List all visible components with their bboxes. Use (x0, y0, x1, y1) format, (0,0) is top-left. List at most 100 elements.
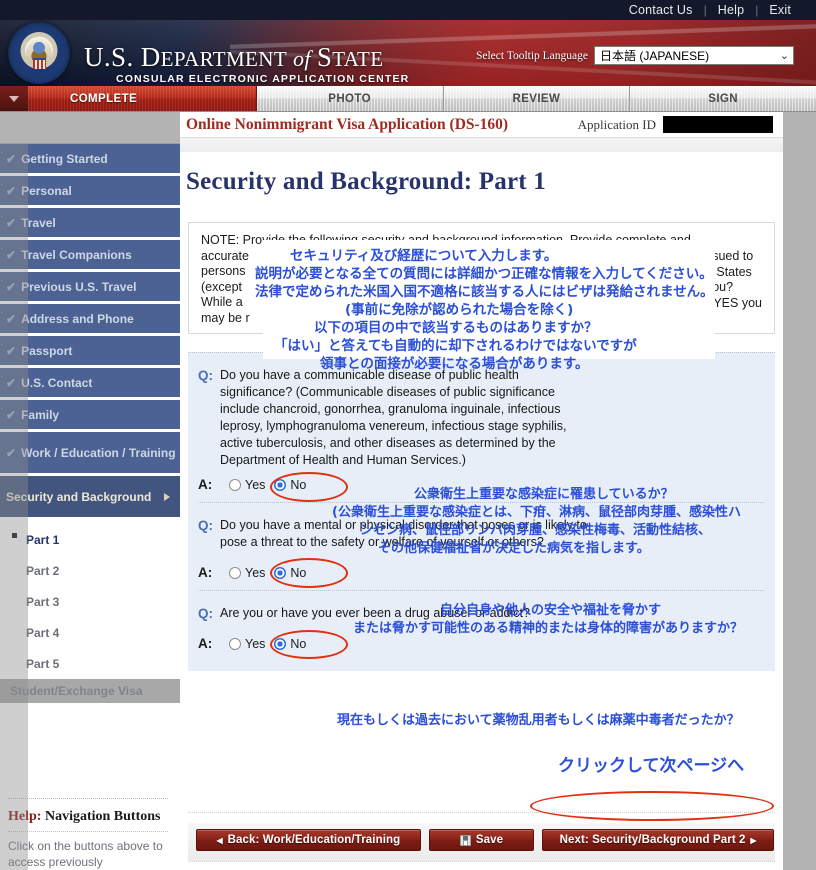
chevron-right-icon (164, 492, 170, 501)
radio-q1-no[interactable]: No (274, 478, 306, 492)
question-marker: Q: (198, 368, 213, 383)
sidebar-subitem-part-4[interactable]: Part 4 (0, 617, 180, 648)
breadcrumb: Online Nonimmigrant Visa Application (DS… (180, 112, 783, 138)
answer-marker: A: (198, 477, 213, 492)
radio-q1-yes[interactable]: Yes (229, 478, 265, 492)
check-icon: ✔ (6, 183, 17, 198)
contact-us-link[interactable]: Contact Us (618, 3, 704, 17)
q1-annotation-line-4: その他保健福祉省が決定した病気を指します。 (378, 541, 650, 556)
note-annotation-line-5: 以下の項目の中で該当するものはありますか？ (314, 320, 598, 336)
radio-label: No (290, 565, 307, 580)
question-marker: Q: (198, 606, 213, 621)
note-annotation-line-1: セキュリティ及び経歴について入力します。 (290, 248, 558, 264)
sidebar-item-family[interactable]: ✔ Family (0, 400, 180, 430)
radio-dot-selected-icon (274, 637, 287, 650)
exit-link[interactable]: Exit (758, 3, 802, 17)
answer-row: A: Yes No (198, 558, 765, 588)
sidebar-subitem-label: Part 2 (26, 563, 60, 578)
sidebar-subitem-label: Part 1 (26, 532, 60, 547)
chevron-down-icon: ⌄ (779, 50, 789, 62)
radio-group-q3: Yes No (229, 637, 306, 651)
note-annotation-line-7: 領事との面接が必要になる場合があります。 (320, 356, 589, 372)
page-application-title: Online Nonimmigrant Visa Application (DS… (186, 115, 509, 133)
check-icon: ✔ (6, 445, 17, 460)
question-marker: Q: (198, 518, 213, 533)
radio-dot-icon (229, 637, 241, 650)
navigation-buttons-section: ◂ Back: Work/Education/Training Save Nex… (188, 812, 775, 862)
question-block-communicable-disease: Q: Do you have a communicable disease of… (198, 367, 765, 503)
question-row: Q: Do you have a communicable disease of… (198, 367, 765, 469)
sidebar-item-work-education-training[interactable]: ✔ Work / Education / Training (0, 432, 180, 474)
help-panel-text: Click on the buttons above to access pre… (8, 839, 163, 869)
tooltip-language-control[interactable]: Select Tooltip Language 日本語 (JAPANESE) ⌄ (476, 46, 794, 65)
help-panel-title: Help: Navigation Buttons (8, 809, 168, 832)
help-panel: Help: Navigation Buttons Click on the bu… (8, 798, 168, 870)
sidebar-subitem-part-3[interactable]: Part 3 (0, 586, 180, 617)
title-us: U.S. (84, 42, 141, 72)
radio-dot-icon (229, 566, 241, 579)
sidebar-subitem-label: Student/Exchange Visa (10, 684, 143, 698)
radio-label: No (290, 477, 307, 492)
tab-complete[interactable]: COMPLETE (28, 86, 257, 111)
site-banner: U.S. DEPARTMENT of STATE CONSULAR ELECTR… (0, 20, 816, 86)
save-button[interactable]: Save (429, 829, 534, 851)
sidebar-item-getting-started[interactable]: ✔ Getting Started (0, 144, 180, 174)
tab-photo[interactable]: PHOTO (256, 86, 444, 111)
application-id-group: Application ID (578, 116, 773, 133)
q3-annotation-line-1: 現在もしくは過去において薬物乱用者もしくは麻薬中毒者だったか？ (337, 713, 740, 728)
back-button[interactable]: ◂ Back: Work/Education/Training (196, 829, 421, 851)
tab-review[interactable]: REVIEW (443, 86, 631, 111)
radio-q2-no[interactable]: No (274, 566, 306, 580)
radio-dot-selected-icon (274, 566, 287, 579)
q1-annotation-line-2: (公衆衛生上重要な感染症とは、下疳、淋病、鼠径部肉芽腫、感染性ハ (332, 505, 741, 520)
navigation-buttons: ◂ Back: Work/Education/Training Save Nex… (188, 823, 775, 862)
check-icon: ✔ (6, 247, 17, 262)
sidebar-item-travel[interactable]: ✔ Travel (0, 208, 180, 238)
radio-dot-selected-icon (274, 478, 287, 491)
q1-annotation-line-1: 公衆衛生上重要な感染症に罹患しているか？ (414, 487, 674, 502)
sidebar-subitem-student-exchange-visa[interactable]: Student/Exchange Visa (0, 679, 180, 703)
radio-q2-yes[interactable]: Yes (229, 566, 265, 580)
title-dept-rest: EPARTMENT (160, 47, 288, 71)
check-icon: ✔ (6, 311, 17, 326)
check-icon: ✔ (6, 343, 17, 358)
sidebar-subitem-label: Part 5 (26, 656, 60, 671)
sidebar-item-label: U.S. Contact (21, 375, 93, 390)
sidebar-subitem-part-2[interactable]: Part 2 (0, 555, 180, 586)
tab-sign[interactable]: SIGN (630, 86, 816, 111)
next-button[interactable]: Next: Security/Background Part 2 ▸ (542, 829, 774, 851)
next-button-label: Next: Security/Background Part 2 (559, 834, 746, 846)
sidebar-item-travel-companions[interactable]: ✔ Travel Companions (0, 240, 180, 270)
floppy-disk-icon (459, 834, 471, 846)
sidebar-subitem-part-5[interactable]: Part 5 (0, 648, 180, 679)
radio-q3-no[interactable]: No (274, 637, 306, 651)
sidebar-item-label: Family (21, 407, 60, 422)
note-annotation-line-3: 法律で定められた米国入国不適格に該当する人にはビザは発給されません。 (255, 284, 714, 300)
sidebar-item-security-and-background[interactable]: Security and Background (0, 476, 180, 518)
answer-marker: A: (198, 565, 213, 580)
sidebar-subnav: Part 1 Part 2 Part 3 Part 4 Part 5 Stude… (0, 520, 180, 703)
tabs-dropdown-toggle[interactable] (0, 86, 28, 111)
help-link[interactable]: Help (707, 3, 756, 17)
page-scrollbar[interactable] (783, 112, 816, 870)
tooltip-language-select[interactable]: 日本語 (JAPANESE) ⌄ (594, 46, 794, 65)
tooltip-language-label: Select Tooltip Language (475, 49, 588, 62)
q1-annotation-line-3: ンセン病、鼠径部リンパ肉芽腫、感染性梅毒、活動性結核、 (360, 523, 712, 538)
sidebar-item-label: Personal (21, 183, 72, 198)
sidebar-item-address-and-phone[interactable]: ✔ Address and Phone (0, 304, 180, 334)
sidebar-item-passport[interactable]: ✔ Passport (0, 336, 180, 366)
radio-label: Yes (245, 565, 266, 580)
sidebar-subitem-part-1[interactable]: Part 1 (0, 524, 180, 555)
chevron-down-icon (9, 95, 19, 102)
radio-q3-yes[interactable]: Yes (229, 637, 265, 651)
radio-group-q2: Yes No (229, 566, 306, 580)
check-icon: ✔ (6, 279, 17, 294)
sidebar-item-personal[interactable]: ✔ Personal (0, 176, 180, 206)
q2-annotation-line-1: 自分自身や他人の安全や福祉を脅かす (440, 603, 662, 618)
title-dept-cap: D (140, 42, 161, 72)
radio-group-q1: Yes No (229, 478, 306, 492)
sidebar-item-us-contact[interactable]: ✔ U.S. Contact (0, 368, 180, 398)
help-title-text: Navigation Buttons (41, 809, 161, 824)
answer-marker: A: (198, 636, 213, 651)
sidebar-item-previous-us-travel[interactable]: ✔ Previous U.S. Travel (0, 272, 180, 302)
